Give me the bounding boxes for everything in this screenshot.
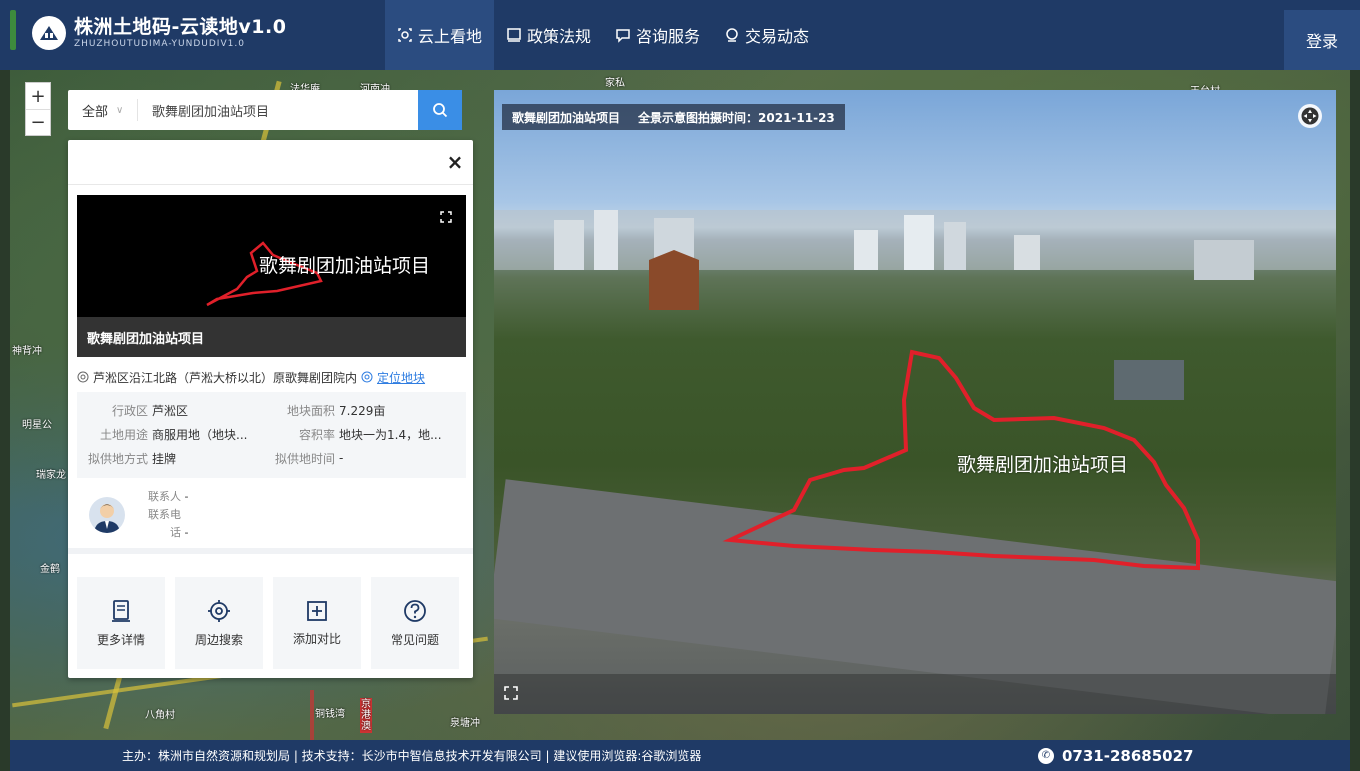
logo[interactable]: 株洲土地码-云读地v1.0 ZHUZHOUTUDIMA-YUNDUDIV1.0 [32, 16, 286, 50]
phone-icon: ✆ [1038, 747, 1054, 764]
map-label: 家私 [605, 78, 625, 89]
panorama-capture-time: 全景示意图拍摄时间：2021-11-23 [638, 110, 835, 125]
hotline-number: 0731-28685027 [1062, 746, 1194, 765]
panorama-bottom-bar [494, 674, 1336, 714]
zoom-control: + − [25, 82, 51, 136]
map-label: 京港澳 [360, 698, 372, 733]
document-icon [506, 27, 522, 43]
nav-item-transactions[interactable]: 交易动态 [712, 0, 821, 70]
search-icon [433, 103, 448, 118]
nav-label: 交易动态 [745, 27, 810, 46]
contact-person-value: - [184, 490, 189, 503]
section-separator [68, 548, 473, 554]
nav-label: 云上看地 [418, 27, 483, 46]
nearby-search-button[interactable]: 周边搜索 [175, 577, 263, 669]
map-label: 泉塘冲 [450, 718, 480, 729]
fullscreen-icon[interactable] [504, 686, 518, 700]
action-label: 周边搜索 [194, 632, 243, 647]
add-compare-button[interactable]: 添加对比 [273, 577, 361, 669]
fullscreen-icon[interactable] [440, 211, 452, 223]
search-scope-label: 全部 [82, 104, 109, 120]
nearby-search-icon [208, 599, 230, 622]
map-label: 铜钱湾 [315, 709, 345, 720]
supply-time-value: - [339, 451, 344, 465]
panorama-project-name: 歌舞剧团加油站项目 [512, 110, 621, 125]
supply-time-label: 拟供地时间 [275, 451, 336, 466]
parcel-detail-panel: × 歌舞剧团加油站项目 歌舞剧团加油站项目 芦淞区沿江北路（芦淞大桥以北）原歌舞… [68, 140, 473, 678]
action-label: 常见问题 [390, 632, 439, 647]
faq-icon [404, 599, 426, 622]
contact-phone-label: 联系电话 [148, 508, 181, 539]
faq-button[interactable]: 常见问题 [371, 577, 459, 669]
main-nav: 云上看地 政策法规 咨询服务 交易动态 [385, 0, 821, 70]
locate-icon [361, 371, 373, 383]
more-details-button[interactable]: 更多详情 [77, 577, 165, 669]
logo-title: 株洲土地码-云读地v1.0 [74, 16, 287, 38]
locate-parcel-link[interactable]: 定位地块 [377, 369, 425, 386]
contact-phone-value: - [184, 526, 189, 539]
nav-label: 咨询服务 [636, 27, 701, 46]
logo-subtitle: ZHUZHOUTUDIMA-YUNDUDIV1.0 [74, 39, 245, 49]
action-label: 更多详情 [96, 632, 145, 647]
map-label: 明星公 [22, 420, 52, 431]
nav-label: 政策法规 [527, 27, 592, 46]
contact-person-label: 联系人 [148, 490, 181, 503]
nav-item-consult[interactable]: 咨询服务 [603, 0, 712, 70]
far-value: 地块一为1.4，地... [339, 427, 442, 442]
panorama-parcel-label: 歌舞剧团加油站项目 [957, 454, 1129, 476]
land-use-value: 商服用地（地块... [152, 427, 248, 442]
parcel-thumbnail[interactable]: 歌舞剧团加油站项目 歌舞剧团加油站项目 [77, 195, 466, 357]
top-header: 株洲土地码-云读地v1.0 ZHUZHOUTUDIMA-YUNDUDIV1.0 … [0, 0, 1360, 70]
location-pin-icon [77, 371, 89, 383]
avatar [89, 497, 125, 533]
action-bar: 更多详情 周边搜索 添加对比 常见问题 [77, 577, 466, 669]
search-scope-select[interactable]: 全部 ∨ [68, 99, 138, 121]
parcel-info-grid: 行政区 芦淞区 地块面积 7.229亩 土地用途 商服用地（地块... 容积率 … [77, 392, 466, 478]
nav-item-policy[interactable]: 政策法规 [494, 0, 603, 70]
thumb-title: 歌舞剧团加油站项目 [77, 317, 466, 357]
chat-icon [615, 27, 631, 43]
footer-credits: 主办：株洲市自然资源和规划局 | 技术支持：长沙市中智信息技术开发有限公司 | … [122, 749, 702, 763]
parcel-boundary-outline [722, 349, 1200, 571]
contact-section: 联系人 - 联系电话 - [77, 485, 466, 545]
hotline: ✆ 0731-28685027 [1038, 747, 1193, 765]
supply-method-label: 拟供地方式 [87, 451, 148, 466]
close-button[interactable]: × [445, 150, 465, 174]
map-label: 瑞家龙 [36, 470, 66, 481]
logo-icon [32, 16, 66, 50]
district-label: 行政区 [111, 403, 148, 418]
header-edge-marker [10, 10, 16, 50]
search-input[interactable] [138, 102, 418, 118]
parcel-address: 芦淞区沿江北路（芦淞大桥以北）原歌舞剧团院内 [93, 370, 358, 385]
zoom-in-button[interactable]: + [26, 83, 50, 109]
district-value: 芦淞区 [152, 403, 189, 418]
address-row: 芦淞区沿江北路（芦淞大桥以北）原歌舞剧团院内 定位地块 [77, 367, 466, 387]
area-value: 7.229亩 [339, 403, 386, 418]
search-bar: 全部 ∨ [68, 90, 462, 130]
supply-method-value: 挂牌 [152, 451, 177, 466]
map-label: 神背冲 [12, 346, 42, 357]
panorama-icon [397, 27, 413, 43]
panorama-viewer[interactable]: 歌舞剧团加油站项目 全景示意图拍摄时间：2021-11-23 歌舞剧团加油站项目 [494, 90, 1336, 714]
nav-item-cloud-view[interactable]: 云上看地 [385, 0, 495, 70]
action-label: 添加对比 [292, 631, 341, 646]
add-compare-icon [307, 600, 327, 621]
far-label: 容积率 [298, 427, 335, 442]
map-label: 八角村 [145, 710, 175, 721]
details-icon [112, 599, 130, 622]
divider [68, 184, 473, 185]
footer: 主办：株洲市自然资源和规划局 | 技术支持：长沙市中智信息技术开发有限公司 | … [10, 740, 1350, 771]
search-button[interactable] [418, 90, 462, 130]
login-button[interactable]: 登录 [1284, 10, 1360, 70]
map-label: 金鹤 [40, 564, 60, 575]
navigation-compass-icon[interactable] [1298, 104, 1322, 128]
panorama-caption: 歌舞剧团加油站项目 全景示意图拍摄时间：2021-11-23 [502, 104, 845, 130]
area-label: 地块面积 [286, 403, 335, 418]
map-road [310, 690, 314, 740]
zoom-out-button[interactable]: − [26, 109, 50, 135]
chevron-down-icon: ∨ [116, 104, 124, 116]
land-use-label: 土地用途 [99, 427, 148, 442]
thumb-parcel-label: 歌舞剧团加油站项目 [259, 255, 431, 277]
transaction-icon [724, 27, 740, 43]
